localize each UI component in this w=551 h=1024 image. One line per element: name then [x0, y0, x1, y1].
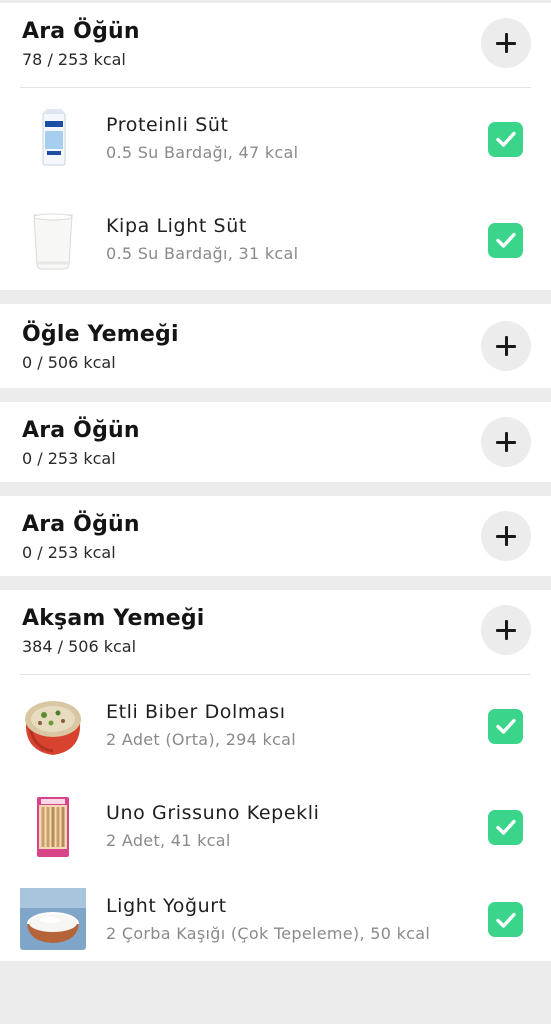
food-item[interactable]: Light Yoğurt 2 Çorba Kaşığı (Çok Tepelem…: [0, 877, 551, 961]
eaten-checkbox[interactable]: [488, 902, 523, 937]
food-portion: 0.5 Su Bardağı, 47 kcal: [106, 143, 299, 162]
food-item[interactable]: Uno Grissuno Kepekli 2 Adet, 41 kcal: [0, 776, 551, 877]
plus-icon: [496, 336, 516, 356]
add-food-button[interactable]: [481, 511, 531, 561]
food-name: Uno Grissuno Kepekli: [106, 802, 320, 824]
add-food-button[interactable]: [481, 18, 531, 68]
meal-header: Akşam Yemeği 384 / 506 kcal: [0, 590, 551, 670]
eaten-checkbox[interactable]: [488, 222, 523, 258]
food-name: Proteinli Süt: [106, 114, 229, 136]
food-portion: 2 Adet, 41 kcal: [106, 831, 231, 850]
meal-kcal: 384 / 506 kcal: [22, 637, 137, 656]
meal-title: Ara Öğün: [22, 418, 140, 443]
meal-header: Ara Öğün 78 / 253 kcal: [0, 3, 551, 83]
food-item[interactable]: Kipa Light Süt 0.5 Su Bardağı, 31 kcal: [0, 189, 551, 290]
breadsticks-package-image: [20, 794, 86, 860]
food-item[interactable]: Etli Biber Dolması 2 Adet (Orta), 294 kc…: [0, 675, 551, 776]
meal-title: Öğle Yemeği: [22, 322, 179, 347]
meal-kcal: 0 / 506 kcal: [22, 353, 116, 372]
meal-kcal: 78 / 253 kcal: [22, 50, 126, 69]
checkmark-icon: [495, 131, 516, 147]
food-name: Kipa Light Süt: [106, 215, 247, 237]
eaten-checkbox[interactable]: [488, 121, 523, 157]
checkmark-icon: [495, 232, 516, 248]
add-food-button[interactable]: [481, 417, 531, 467]
yogurt-bowl-image: [20, 886, 86, 952]
meal-title: Akşam Yemeği: [22, 606, 205, 631]
plus-icon: [496, 33, 516, 53]
food-name: Light Yoğurt: [106, 894, 227, 917]
meal-title: Ara Öğün: [22, 512, 140, 537]
food-item[interactable]: Proteinli Süt 0.5 Su Bardağı, 47 kcal: [0, 88, 551, 189]
food-portion: 0.5 Su Bardağı, 31 kcal: [106, 244, 299, 263]
glass-of-milk-image: [20, 207, 86, 273]
meal-header: Öğle Yemeği 0 / 506 kcal: [0, 304, 551, 388]
add-food-button[interactable]: [481, 605, 531, 655]
meal-title: Ara Öğün: [22, 19, 140, 44]
plus-icon: [496, 432, 516, 452]
milk-carton-image: [20, 106, 86, 172]
meal-header: Ara Öğün 0 / 253 kcal: [0, 496, 551, 576]
checkmark-icon: [495, 819, 516, 835]
food-name: Etli Biber Dolması: [106, 701, 286, 723]
meal-kcal: 0 / 253 kcal: [22, 449, 116, 468]
plus-icon: [496, 526, 516, 546]
checkmark-icon: [495, 718, 516, 734]
meal-header: Ara Öğün 0 / 253 kcal: [0, 402, 551, 482]
add-food-button[interactable]: [481, 321, 531, 371]
meal-card-snack-1: Ara Öğün 78 / 253 kcal Proteinli Süt 0.5…: [0, 3, 551, 290]
meal-card-snack-2: Ara Öğün 0 / 253 kcal: [0, 402, 551, 482]
stuffed-pepper-image: [20, 693, 86, 759]
food-portion: 2 Çorba Kaşığı (Çok Tepeleme), 50 kcal: [106, 923, 431, 943]
eaten-checkbox[interactable]: [488, 809, 523, 845]
meal-kcal: 0 / 253 kcal: [22, 543, 116, 562]
plus-icon: [496, 620, 516, 640]
food-portion: 2 Adet (Orta), 294 kcal: [106, 730, 297, 749]
meal-card-lunch: Öğle Yemeği 0 / 506 kcal: [0, 304, 551, 388]
meal-card-snack-3: Ara Öğün 0 / 253 kcal: [0, 496, 551, 576]
checkmark-icon: [495, 912, 516, 928]
meal-card-dinner: Akşam Yemeği 384 / 506 kcal Etli Biber D…: [0, 590, 551, 961]
eaten-checkbox[interactable]: [488, 708, 523, 744]
